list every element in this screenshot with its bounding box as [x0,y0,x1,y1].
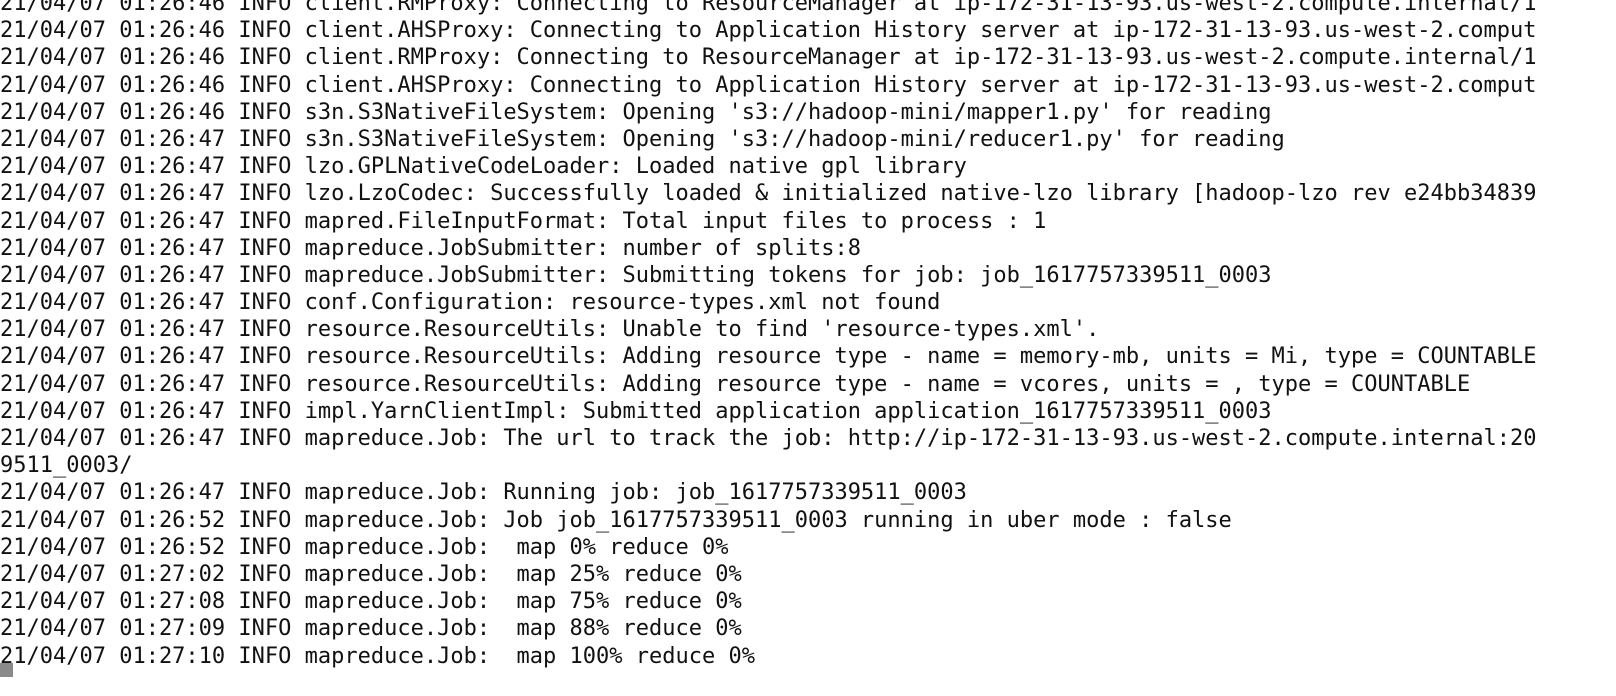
log-line: 21/04/07 01:26:47 INFO mapreduce.JobSubm… [0,235,861,261]
log-line: 21/04/07 01:26:47 INFO s3n.S3NativeFileS… [0,126,1285,152]
log-line: 21/04/07 01:26:46 INFO client.RMProxy: C… [0,0,1537,16]
terminal-output: 21/04/07 01:26:46 INFO client.RMProxy: C… [0,0,1616,670]
log-line: 21/04/07 01:26:47 INFO resource.Resource… [0,344,1537,370]
log-line: 21/04/07 01:26:46 INFO client.RMProxy: C… [0,45,1537,71]
terminal-cursor [0,663,13,677]
log-line: 21/04/07 01:26:47 INFO impl.YarnClientIm… [0,398,1272,424]
log-line: 21/04/07 01:26:46 INFO client.AHSProxy: … [0,72,1537,98]
log-line: 21/04/07 01:26:47 INFO mapreduce.Job: Th… [0,426,1537,451]
log-line: 21/04/07 01:26:47 INFO lzo.GPLNativeCode… [0,154,967,180]
log-line: 21/04/07 01:26:47 INFO mapreduce.JobSubm… [0,262,1272,288]
log-line: 21/04/07 01:26:47 INFO mapred.FileInputF… [0,208,1047,234]
log-line: 21/04/07 01:26:47 INFO mapreduce.Job: Ru… [0,480,967,506]
log-line: 21/04/07 01:27:09 INFO mapreduce.Job: ma… [0,616,742,642]
log-line: 21/04/07 01:26:52 INFO mapreduce.Job: ma… [0,534,729,560]
terminal-window[interactable]: 21/04/07 01:26:46 INFO client.RMProxy: C… [0,0,1616,696]
log-line: 21/04/07 01:27:02 INFO mapreduce.Job: ma… [0,561,742,587]
log-line: 21/04/07 01:26:52 INFO mapreduce.Job: Jo… [0,507,1232,533]
log-line: 21/04/07 01:27:10 INFO mapreduce.Job: ma… [0,643,755,669]
log-line: 9511_0003/ [0,453,133,479]
log-line: 21/04/07 01:26:47 INFO resource.Resource… [0,317,1100,343]
log-line: 21/04/07 01:26:46 INFO client.AHSProxy: … [0,18,1537,44]
log-line: 21/04/07 01:26:47 INFO conf.Configuratio… [0,290,941,316]
log-line: 21/04/07 01:26:47 INFO lzo.LzoCodec: Suc… [0,181,1537,207]
log-line: 21/04/07 01:26:46 INFO s3n.S3NativeFileS… [0,99,1272,125]
log-line: 21/04/07 01:26:47 INFO resource.Resource… [0,371,1471,397]
log-line: 21/04/07 01:27:08 INFO mapreduce.Job: ma… [0,589,742,615]
